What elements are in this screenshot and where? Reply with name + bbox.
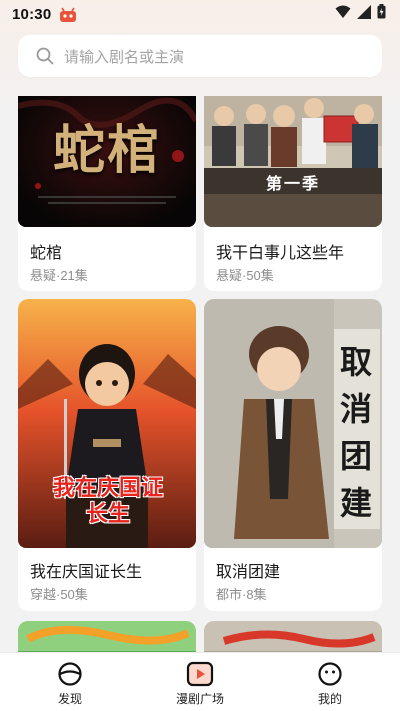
- drama-card[interactable]: [204, 621, 382, 652]
- drama-card[interactable]: 第一季 我干白事儿这些年 悬疑·50集: [204, 96, 382, 291]
- nav-label: 我的: [317, 692, 342, 706]
- bottom-nav: 发现 漫剧广场 我的: [0, 652, 400, 711]
- app-notification-icon: [59, 7, 77, 22]
- tab-mine[interactable]: 我的: [285, 661, 375, 707]
- discover-icon: [58, 662, 82, 686]
- drama-card[interactable]: [18, 621, 196, 652]
- play-square-icon: [186, 661, 214, 687]
- cover-title-text: 蛇棺: [52, 120, 161, 181]
- wifi-icon: [335, 5, 351, 23]
- status-time: 10:30: [12, 5, 52, 23]
- cover-title-text: 我在庆国证长生: [52, 475, 163, 526]
- drama-card[interactable]: 蛇棺 蛇棺 悬疑·21集: [18, 96, 196, 291]
- drama-grid[interactable]: 蛇棺 蛇棺 悬疑·21集 第一季 我干白事儿这些年 悬疑·50集 我在庆国证长生…: [0, 96, 400, 652]
- nav-label: 漫剧广场: [175, 692, 224, 706]
- drama-meta: 都市·8集: [216, 587, 267, 602]
- cover-title-text: 取消团建: [340, 344, 373, 521]
- battery-icon: [377, 4, 386, 24]
- search-input[interactable]: 请输入剧名或主演: [18, 35, 382, 77]
- nav-label: 发现: [57, 692, 82, 706]
- tab-discover[interactable]: 发现: [25, 661, 115, 707]
- drama-cover-image: 我在庆国证长生: [18, 299, 196, 548]
- drama-cover-image: 蛇棺: [18, 96, 196, 227]
- drama-card[interactable]: 我在庆国证长生 我在庆国证长生 穿越·50集: [18, 299, 196, 611]
- drama-title: 我在庆国证长生: [30, 564, 143, 581]
- drama-title: 蛇棺: [30, 245, 63, 262]
- drama-cover-image: [204, 621, 382, 652]
- drama-meta: 穿越·50集: [30, 587, 88, 602]
- drama-title: 我干白事儿这些年: [216, 245, 345, 262]
- cover-title-text: 第一季: [265, 176, 320, 193]
- drama-cover-image: [18, 621, 196, 652]
- drama-meta: 悬疑·50集: [216, 268, 274, 283]
- drama-cover-image: 取消团建: [204, 299, 382, 548]
- tab-drama-square[interactable]: 漫剧广场: [155, 661, 245, 707]
- smiley-icon: [318, 662, 342, 686]
- drama-cover-image: 第一季: [204, 96, 382, 227]
- search-placeholder: 请输入剧名或主演: [64, 48, 185, 66]
- drama-meta: 悬疑·21集: [30, 268, 88, 283]
- drama-title: 取消团建: [216, 564, 281, 581]
- status-bar: 10:30: [0, 0, 400, 28]
- signal-icon: [357, 4, 371, 24]
- search-icon: [36, 47, 54, 65]
- drama-card[interactable]: 取消团建 取消团建 都市·8集: [204, 299, 382, 611]
